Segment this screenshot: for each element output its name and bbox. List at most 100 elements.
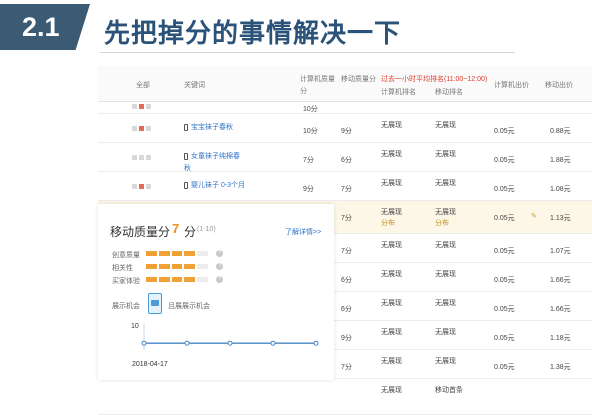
pc-rank: 无展现 — [381, 300, 402, 307]
mobile-bid[interactable]: 1.88元 — [550, 155, 571, 165]
detail-link[interactable]: 了解详情>> — [285, 227, 321, 237]
mobile-bid[interactable]: 1.13元 — [550, 213, 571, 223]
keyword-link[interactable]: 宝宝袜子春秋 — [184, 122, 246, 134]
table-row[interactable]: 无展现 移动首条 — [98, 379, 592, 415]
status-square — [132, 155, 137, 160]
metric-bar-segment — [184, 251, 196, 256]
pc-quality-score: 10分 — [303, 128, 318, 135]
metric-bar-segment — [197, 251, 208, 256]
pc-bid[interactable]: 0.05元 — [494, 246, 515, 256]
phone-display-icon — [148, 293, 162, 314]
mobile-bid[interactable]: 1.07元 — [550, 246, 571, 256]
pc-rank: 无展现 — [381, 358, 402, 365]
mobile-bid[interactable]: 1.08元 — [550, 184, 571, 194]
card-title: 移动质量分 — [110, 225, 171, 239]
mobile-quality-score: 7分 — [341, 186, 352, 193]
status-indicator — [132, 104, 158, 110]
metric-label: 创意质量 — [112, 252, 140, 259]
table-row[interactable]: 宝宝袜子春秋 10分 9分 无展现 无展现 0.05元 0.88元 — [98, 114, 592, 143]
help-icon[interactable]: ? — [216, 276, 223, 283]
mobile-rank-distribution-link[interactable]: 分布 — [435, 218, 449, 228]
mobile-bid[interactable]: 0.88元 — [550, 126, 571, 136]
display-opportunity-label: 展示机会 — [112, 303, 140, 310]
table-row[interactable]: 婴儿袜子 0-3个月 9分 7分 无展现 无展现 0.05元 1.08元 — [98, 172, 592, 201]
mobile-bid[interactable]: 1.66元 — [550, 275, 571, 285]
mobile-bid[interactable]: 1.66元 — [550, 304, 571, 314]
section-number-badge: 2.1 — [0, 4, 90, 50]
mobile-bid-header[interactable]: 移动出价 — [545, 80, 573, 90]
slide-title: 先把掉分的事情解决一下 — [104, 18, 402, 48]
table-row[interactable]: 女童袜子纯棉春秋 7分 6分 无展现 无展现 0.05元 1.88元 — [98, 143, 592, 172]
status-square — [132, 104, 137, 109]
mobile-quality-score: 6分 — [341, 277, 352, 284]
pc-rank: 无展现 — [381, 122, 402, 129]
mobile-icon — [184, 123, 188, 131]
edit-bid-icon[interactable]: ✎ — [531, 212, 537, 220]
mobile-quality-score: 9分 — [341, 335, 352, 342]
status-square — [146, 104, 151, 109]
trend-point — [184, 340, 190, 346]
table-row[interactable]: 10分 — [98, 102, 592, 114]
period-note: 过去一小时平均排名(11:00~12:00) — [381, 76, 488, 83]
pc-rank-distribution-link[interactable]: 分布 — [381, 218, 395, 228]
mobile-icon — [184, 181, 188, 189]
quality-score-range: (1-10) — [197, 226, 216, 233]
status-square — [146, 155, 151, 160]
mobile-quality-score: 7分 — [341, 215, 352, 222]
metric-bar-segment — [171, 277, 183, 282]
metric-label: 相关性 — [112, 265, 133, 272]
keyword-link[interactable]: 婴儿袜子 0-3个月 — [184, 180, 246, 192]
keyword-column-header[interactable]: 关键词 — [184, 80, 205, 90]
metric-bar — [146, 277, 208, 282]
metric-bar-segment — [171, 264, 183, 269]
status-square — [132, 126, 137, 131]
status-square — [139, 104, 144, 109]
pc-quality-header[interactable]: 计算机质量 — [300, 74, 335, 84]
pc-bid[interactable]: 0.05元 — [494, 126, 515, 136]
header-divider — [100, 52, 515, 53]
mobile-quality-score: 6分 — [341, 306, 352, 313]
pc-bid[interactable]: 0.05元 — [494, 362, 515, 372]
trend-point — [227, 340, 233, 346]
status-indicator — [132, 126, 158, 132]
pc-bid[interactable]: 0.05元 — [494, 304, 515, 314]
pc-rank-header: 计算机排名 — [381, 89, 416, 96]
status-square — [139, 184, 144, 189]
mobile-bid[interactable]: 1.38元 — [550, 362, 571, 372]
pc-bid[interactable]: 0.05元 — [494, 184, 515, 194]
mobile-bid[interactable]: 1.18元 — [550, 333, 571, 343]
mobile-quality-card: 移动质量分 7 分 (1-10) 了解详情>> 创意质量? 相关性? 买家体验? 展… — [98, 204, 334, 380]
metric-bar — [146, 264, 208, 269]
mobile-icon — [184, 152, 188, 160]
pc-rank: 无展现 — [381, 242, 402, 249]
mobile-quality-score: 9分 — [341, 128, 352, 135]
pc-bid[interactable]: 0.05元 — [494, 213, 515, 223]
status-square — [139, 155, 144, 160]
pc-bid[interactable]: 0.05元 — [494, 155, 515, 165]
mobile-rank: 无展现 — [435, 122, 456, 129]
pc-bid[interactable]: 0.05元 — [494, 275, 515, 285]
metric-bar-segment — [197, 264, 208, 269]
display-opportunity-value: 且展展示机会 — [168, 303, 210, 310]
pc-bid[interactable]: 0.05元 — [494, 333, 515, 343]
status-square — [146, 126, 151, 131]
metric-bar-segment — [184, 277, 196, 282]
pc-rank: 无展现 — [381, 387, 402, 394]
pc-quality-score: 7分 — [303, 157, 314, 164]
keyword-text: 婴儿袜子 0-3个月 — [191, 182, 246, 189]
status-square — [132, 184, 137, 189]
metric-bar-segment — [197, 277, 208, 282]
filter-all-dropdown[interactable]: 全部 — [136, 80, 150, 90]
mobile-quality-header[interactable]: 移动质量分 — [341, 74, 376, 84]
status-square — [146, 184, 151, 189]
pc-rank: 无展现 — [381, 329, 402, 336]
status-square — [139, 126, 144, 131]
pc-rank: 无展现 — [381, 151, 402, 158]
metric-bar-segment — [184, 264, 196, 269]
help-icon[interactable]: ? — [216, 250, 223, 257]
mobile-rank: 无展现 — [435, 242, 456, 249]
pc-bid-header[interactable]: 计算机出价 — [494, 80, 529, 90]
help-icon[interactable]: ? — [216, 263, 223, 270]
keyword-text: 女童袜子纯棉春秋 — [184, 153, 240, 172]
mobile-rank: 无展现 — [435, 180, 456, 187]
